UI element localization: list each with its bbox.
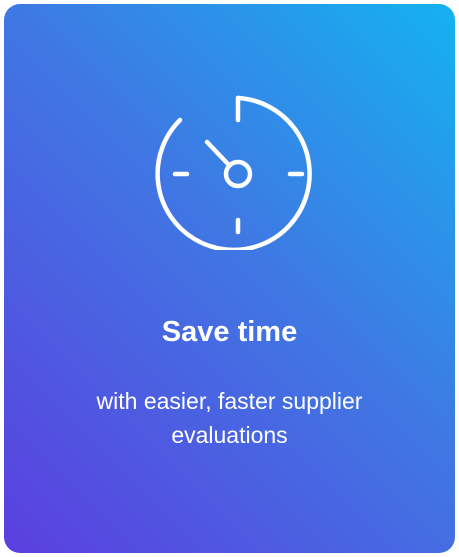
timer-icon (150, 90, 320, 250)
feature-card: Save time with easier, faster supplier e… (4, 4, 455, 553)
card-subtitle: with easier, faster supplier evaluations (96, 388, 363, 448)
card-title: Save time (161, 316, 298, 348)
